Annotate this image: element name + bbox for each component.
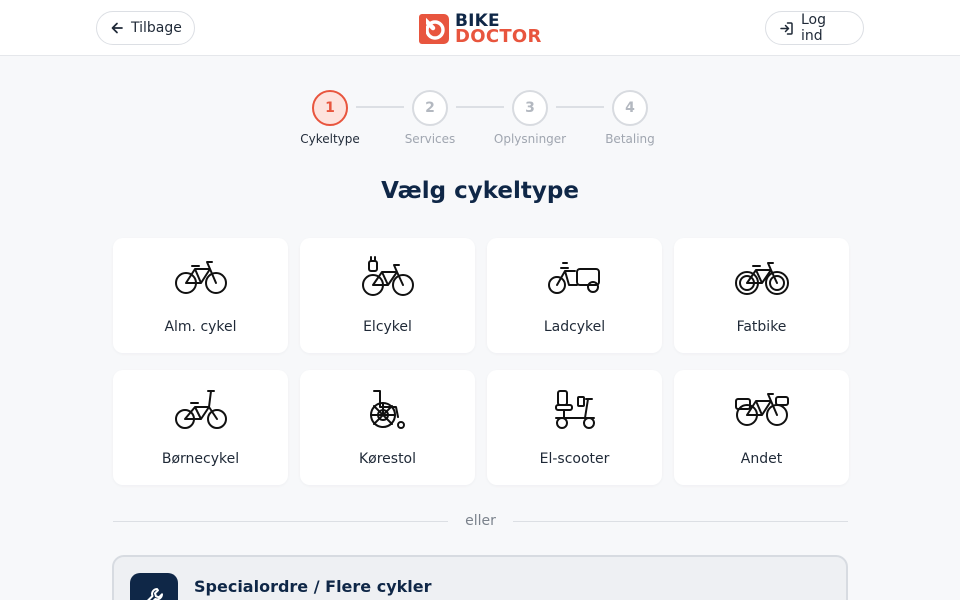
login-button-label: Log ind [801, 12, 827, 44]
back-button-label: Tilbage [131, 20, 182, 36]
wheelchair-icon [366, 384, 410, 434]
step-label: Oplysninger [493, 132, 567, 146]
divider-line [513, 521, 848, 522]
bike-type-label: Fatbike [736, 319, 787, 335]
step-label: Services [404, 132, 456, 146]
fatbike-icon [734, 252, 790, 302]
logo-mark-icon [419, 13, 449, 44]
step-services: 2 Services [380, 90, 480, 146]
step-number: 2 [412, 90, 448, 126]
bike-type-card-fatbike[interactable]: Fatbike [674, 238, 849, 353]
step-label: Betaling [605, 132, 655, 146]
step-number: 3 [512, 90, 548, 126]
bike-type-card-andet[interactable]: Andet [674, 370, 849, 485]
progress-stepper: 1 Cykeltype 2 Services 3 Oplysninger 4 B… [0, 90, 960, 150]
bike-type-label: Elcykel [363, 319, 412, 335]
bike-type-card-boernecykel[interactable]: Børnecykel [113, 370, 288, 485]
step-label: Cykeltype [300, 132, 360, 146]
bike-type-card-alm-cykel[interactable]: Alm. cykel [113, 238, 288, 353]
bike-type-label: Ladcykel [543, 319, 606, 335]
top-bar: Tilbage BIKE DOCTOR Log ind [0, 0, 960, 56]
bike-type-card-el-scooter[interactable]: El-scooter [487, 370, 662, 485]
step-oplysninger: 3 Oplysninger [480, 90, 580, 146]
step-cykeltype: 1 Cykeltype [280, 90, 380, 146]
back-button[interactable]: Tilbage [96, 11, 195, 45]
step-number: 1 [312, 90, 348, 126]
kids-bike-icon [173, 384, 229, 434]
bike-type-card-ladcykel[interactable]: Ladcykel [487, 238, 662, 353]
bike-type-label: Andet [740, 451, 783, 467]
special-order-card[interactable]: Specialordre / Flere cykler [112, 555, 848, 600]
cargo-bike-icon [547, 252, 603, 302]
logo-wordmark: BIKE DOCTOR [455, 12, 542, 47]
bike-type-card-koerestol[interactable]: Kørestol [300, 370, 475, 485]
bike-type-label: Børnecykel [161, 451, 240, 467]
electric-bike-icon [360, 252, 416, 302]
bike-doctor-logo[interactable]: BIKE DOCTOR [418, 12, 542, 45]
bike-type-label: El-scooter [539, 451, 610, 467]
step-betaling: 4 Betaling [580, 90, 680, 146]
bike-with-baskets-icon [734, 384, 790, 434]
mobility-scooter-icon [552, 384, 598, 434]
bike-type-label: Kørestol [358, 451, 417, 467]
login-icon [779, 21, 794, 36]
arrow-left-icon [110, 21, 124, 35]
bike-type-card-elcykel[interactable]: Elcykel [300, 238, 475, 353]
special-order-title: Specialordre / Flere cykler [194, 577, 432, 596]
bike-type-label: Alm. cykel [164, 319, 237, 335]
wrench-icon [130, 573, 178, 600]
step-number: 4 [612, 90, 648, 126]
or-divider: eller [113, 511, 848, 531]
login-button[interactable]: Log ind [765, 11, 864, 45]
logo-line-2: DOCTOR [455, 25, 542, 47]
bicycle-icon [173, 252, 229, 302]
page-title: Vælg cykeltype [381, 178, 579, 204]
